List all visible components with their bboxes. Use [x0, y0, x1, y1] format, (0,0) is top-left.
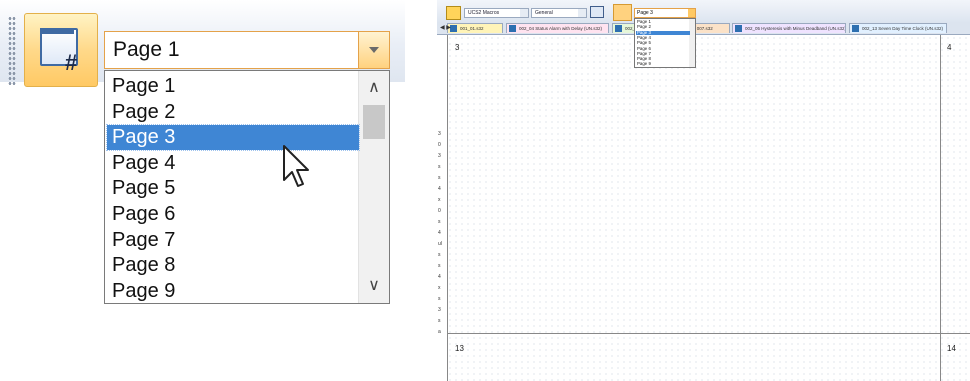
truncated-side-label: 4 [438, 230, 441, 236]
document-file-icon [509, 25, 516, 32]
page-select-combo-small[interactable]: Page 3 [634, 8, 696, 18]
page-list-item[interactable]: Page 1 [107, 74, 359, 99]
chevron-down-icon [578, 9, 586, 17]
truncated-side-label: 3 [438, 153, 441, 159]
page-list-item[interactable]: Page 7 [107, 228, 359, 253]
document-file-icon [852, 25, 859, 32]
page-list-item[interactable]: Page 8 [107, 253, 359, 278]
document-tab-label: 002_13 Seven Day Time Clock (UN.s32) [862, 26, 944, 31]
page-dropdown-list[interactable]: ∧ ∨ Page 1 Page 2 Page 3 Page 4 Page 5 Page 6… [104, 70, 390, 304]
document-tab-label: 002_05 Hysteresis with Minus Deadband (U… [745, 26, 846, 31]
document-file-icon [450, 25, 457, 32]
truncated-side-label: 3 [438, 307, 441, 313]
page-border-bottom [447, 333, 970, 334]
toolbar-icon[interactable] [446, 6, 461, 20]
general-combo-value: General [535, 10, 553, 16]
page-number-label: 13 [455, 344, 464, 353]
application-screenshot: UCS2 Macros General Page 3 Page 1 Page 2P… [437, 0, 970, 381]
chevron-down-icon [520, 9, 528, 17]
truncated-side-label: s [438, 252, 441, 258]
document-tab[interactable]: 001_01.s32 [447, 23, 503, 33]
page-navigation-button[interactable]: # [24, 13, 98, 87]
mouse-pointer-icon [283, 145, 309, 187]
page-list-item[interactable]: Page 4 [107, 151, 359, 176]
truncated-side-label: s [438, 164, 441, 170]
truncated-side-label: 4 [438, 274, 441, 280]
page-select-dropdown-button[interactable] [358, 32, 389, 68]
document-file-icon [735, 25, 742, 32]
document-tab-label: 001_01.s32 [460, 26, 484, 31]
document-tab[interactable]: 002_04 Status Alarm with Delay (UN.s32) [506, 23, 609, 33]
page-border-left [447, 35, 448, 381]
document-tab[interactable]: 002_13 Seven Day Time Clock (UN.s32) [849, 23, 947, 33]
toolbar-grip-handle[interactable] [8, 16, 16, 86]
truncated-side-label: s [438, 318, 441, 324]
drawing-canvas[interactable] [447, 35, 970, 381]
truncated-side-label: s [438, 263, 441, 269]
document-tab-bar: 001_01.s32 002_04 Status Alarm with Delay… [437, 22, 970, 35]
page-number-label: 3 [455, 43, 460, 52]
page-list-item[interactable]: Page 6 [107, 202, 359, 227]
tab-scroll-arrows[interactable]: ◀ ▶ [440, 24, 451, 31]
page-list-item[interactable]: Page 5 [107, 176, 359, 201]
truncated-side-label: 4 [438, 186, 441, 192]
page-select-value: Page 1 [113, 38, 180, 61]
document-file-icon [615, 25, 622, 32]
truncated-side-label: 0 [438, 142, 441, 148]
page-number-label: 4 [947, 43, 952, 52]
scroll-thumb[interactable] [363, 105, 385, 139]
truncated-side-label: a [438, 329, 441, 335]
document-tab-label: 002_04 Status Alarm with Delay (UN.s32) [519, 26, 603, 31]
chevron-down-icon [688, 9, 695, 17]
macros-combo-value: UCS2 Macros [468, 10, 500, 16]
macros-combo[interactable]: UCS2 Macros [464, 8, 529, 18]
chevron-down-icon [369, 47, 379, 53]
page-list-item[interactable]: Page 9 [107, 279, 359, 304]
page-navigation-button-small[interactable] [613, 4, 632, 21]
truncated-side-label: s [438, 219, 441, 225]
scroll-down-icon[interactable]: ∨ [359, 271, 389, 301]
truncated-side-label: ul [438, 241, 442, 247]
page-border-right [940, 35, 941, 381]
truncated-side-label: 0 [438, 208, 441, 214]
truncated-side-label: x [438, 197, 441, 203]
left-side-panel-edge: 3 0 3 s s 4 x 0 s 4 ul s s 4 x s 3 s a [437, 35, 446, 381]
scroll-up-icon[interactable]: ∧ [359, 73, 389, 103]
page-select-combo[interactable]: Page 1 [104, 31, 390, 69]
truncated-side-label: s [438, 296, 441, 302]
page-list-item-small[interactable]: Page 9 [636, 62, 690, 67]
page-select-value-small: Page 3 [637, 10, 653, 16]
page-dropdown-list-small[interactable]: Page 1 Page 2 Page 3 Page 4 Page 5 Page 6 Page… [634, 18, 696, 68]
page-list-item[interactable]: Page 3 [106, 124, 360, 152]
truncated-side-label: 3 [438, 131, 441, 137]
page-number-label: 14 [947, 344, 956, 353]
grid-view-button[interactable] [590, 6, 604, 18]
general-combo[interactable]: General [531, 8, 587, 18]
page-number-hash-icon: # [65, 50, 78, 75]
truncated-side-label: x [438, 285, 441, 291]
app-toolbar: UCS2 Macros General Page 3 [437, 0, 970, 22]
truncated-side-label: s [438, 175, 441, 181]
document-tab[interactable]: 002_05 Hysteresis with Minus Deadband (U… [732, 23, 846, 33]
page-list-item[interactable]: Page 2 [107, 100, 359, 125]
page-list-scrollbar[interactable]: ∧ ∨ [358, 71, 389, 303]
